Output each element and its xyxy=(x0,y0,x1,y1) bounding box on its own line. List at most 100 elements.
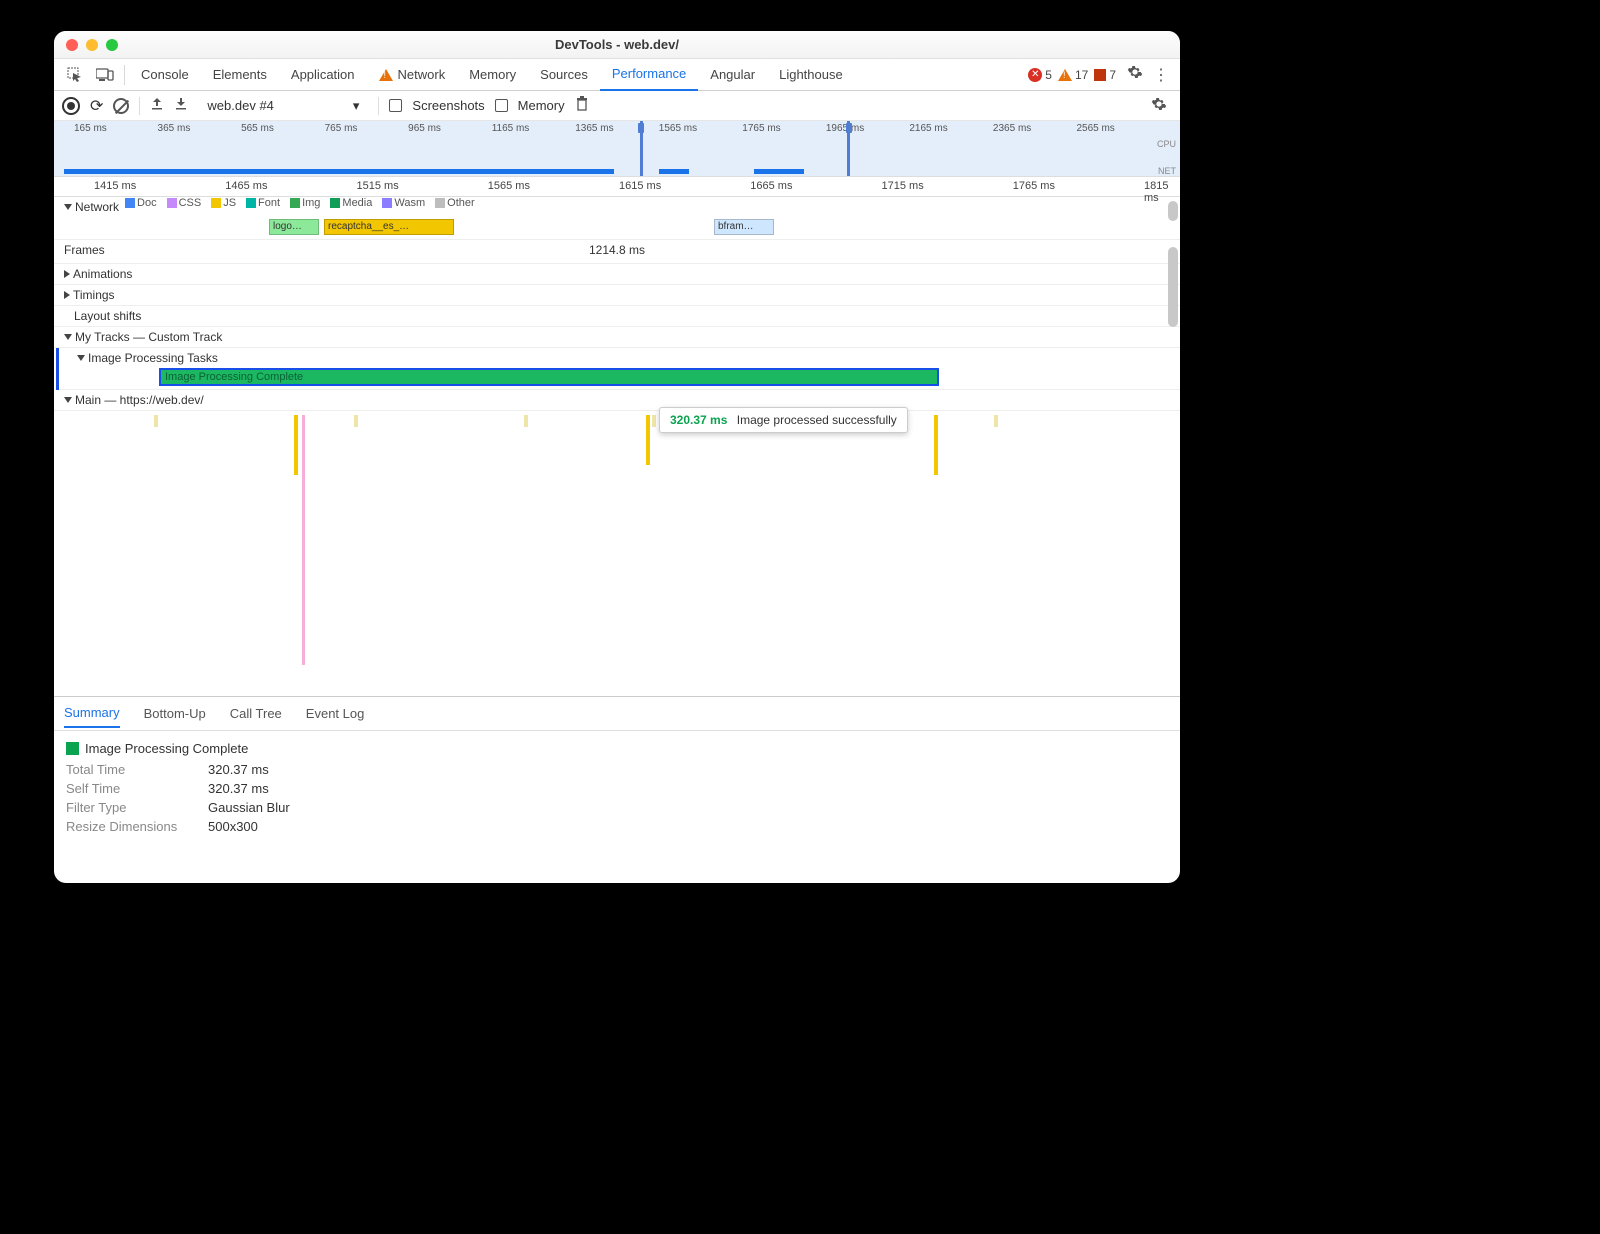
summary-value: 320.37 ms xyxy=(208,762,269,777)
details-tab-summary[interactable]: Summary xyxy=(64,699,120,728)
warning-icon[interactable] xyxy=(1058,69,1072,81)
screenshots-label: Screenshots xyxy=(412,98,484,113)
timings-label: Timings xyxy=(73,288,115,302)
recording-dropdown[interactable]: web.dev #4 ▾ xyxy=(198,94,368,118)
event-color-swatch xyxy=(66,742,79,755)
network-request[interactable]: logo… xyxy=(269,219,319,235)
details-tab-event-log[interactable]: Event Log xyxy=(306,700,365,727)
tracks-scroll-thumb-top[interactable] xyxy=(1168,201,1178,221)
tab-network[interactable]: Network xyxy=(367,59,458,91)
collapse-icon[interactable] xyxy=(64,397,72,403)
overview-tick: 2165 ms xyxy=(909,123,947,134)
overview-timeline[interactable]: 165 ms365 ms565 ms765 ms965 ms1165 ms136… xyxy=(54,121,1180,177)
summary-key: Self Time xyxy=(66,781,196,796)
inspect-icon[interactable] xyxy=(60,60,90,90)
performance-toolbar: ⟳ web.dev #4 ▾ Screenshots Memory xyxy=(54,91,1180,121)
custom-track-label: My Tracks — Custom Track xyxy=(75,330,222,344)
overview-tick: 2365 ms xyxy=(993,123,1031,134)
legend-item: Wasm xyxy=(382,197,425,209)
error-count[interactable]: 5 xyxy=(1045,68,1052,82)
tab-label: Performance xyxy=(612,66,686,81)
tab-elements[interactable]: Elements xyxy=(201,59,279,91)
close-window-button[interactable] xyxy=(66,39,78,51)
screenshots-checkbox[interactable] xyxy=(389,99,402,112)
tab-angular[interactable]: Angular xyxy=(698,59,767,91)
overview-tick: 2565 ms xyxy=(1076,123,1114,134)
animations-track[interactable]: Animations xyxy=(54,264,1180,285)
image-processing-event[interactable]: Image Processing Complete xyxy=(159,368,939,386)
network-request[interactable]: recaptcha__es_… xyxy=(324,219,454,235)
tab-sources[interactable]: Sources xyxy=(528,59,600,91)
overview-ticks: 165 ms365 ms565 ms765 ms965 ms1165 ms136… xyxy=(54,121,1180,137)
ruler-tick: 1415 ms xyxy=(94,180,136,192)
ruler-tick: 1765 ms xyxy=(1013,180,1055,192)
timings-track[interactable]: Timings xyxy=(54,285,1180,306)
main-track-header[interactable]: Main — https://web.dev/ xyxy=(54,390,1180,411)
minimize-window-button[interactable] xyxy=(86,39,98,51)
collapse-icon[interactable] xyxy=(64,334,72,340)
tab-performance[interactable]: Performance xyxy=(600,59,698,91)
warning-count[interactable]: 17 xyxy=(1075,68,1088,82)
upload-icon[interactable] xyxy=(150,97,164,114)
layout-shifts-track[interactable]: Layout shifts xyxy=(54,306,1180,327)
legend-item: JS xyxy=(211,197,236,209)
layout-shifts-label: Layout shifts xyxy=(74,309,141,323)
overview-brush[interactable] xyxy=(640,121,850,176)
issues-count[interactable]: 7 xyxy=(1109,68,1116,82)
frames-label: Frames xyxy=(64,243,105,257)
legend-item: Font xyxy=(246,197,280,209)
capture-settings-icon[interactable] xyxy=(1146,96,1172,115)
tracks-panel: Network DocCSSJSFontImgMediaWasmOther lo… xyxy=(54,197,1180,697)
event-tooltip: 320.37 ms Image processed successfully xyxy=(659,407,908,433)
window-titlebar: DevTools - web.dev/ xyxy=(54,31,1180,59)
tracks-scroll-thumb[interactable] xyxy=(1168,247,1178,327)
detail-ruler[interactable]: 1415 ms1465 ms1515 ms1565 ms1615 ms1665 … xyxy=(54,177,1180,197)
issues-icon[interactable] xyxy=(1094,69,1106,81)
zoom-window-button[interactable] xyxy=(106,39,118,51)
custom-track-group[interactable]: My Tracks — Custom Track xyxy=(54,327,1180,348)
tooltip-text: Image processed successfully xyxy=(737,413,897,427)
error-icon[interactable]: ✕ xyxy=(1028,68,1042,82)
expand-icon[interactable] xyxy=(64,270,70,278)
frames-label-cell[interactable]: Frames xyxy=(54,240,111,260)
tab-label: Console xyxy=(141,67,189,82)
download-icon[interactable] xyxy=(174,97,188,114)
memory-checkbox[interactable] xyxy=(495,99,508,112)
settings-gear-icon[interactable] xyxy=(1122,64,1148,85)
tab-label: Elements xyxy=(213,67,267,82)
expand-icon[interactable] xyxy=(64,291,70,299)
tab-label: Application xyxy=(291,67,355,82)
network-track-header[interactable]: Network xyxy=(54,197,125,217)
tooltip-duration: 320.37 ms xyxy=(670,413,727,427)
details-tab-call-tree[interactable]: Call Tree xyxy=(230,700,282,727)
device-toggle-icon[interactable] xyxy=(90,60,120,90)
image-processing-track-header[interactable]: Image Processing Tasks xyxy=(59,348,1180,368)
tab-label: Network xyxy=(398,67,446,82)
collapse-icon[interactable] xyxy=(77,355,85,361)
tab-memory[interactable]: Memory xyxy=(457,59,528,91)
clear-button[interactable] xyxy=(113,98,129,114)
reload-record-button[interactable]: ⟳ xyxy=(90,96,103,116)
network-legend: DocCSSJSFontImgMediaWasmOther xyxy=(125,197,475,209)
tab-lighthouse[interactable]: Lighthouse xyxy=(767,59,855,91)
overview-tick: 1365 ms xyxy=(575,123,613,134)
tab-application[interactable]: Application xyxy=(279,59,367,91)
collapse-icon[interactable] xyxy=(64,204,72,210)
ruler-tick: 1665 ms xyxy=(750,180,792,192)
record-button[interactable] xyxy=(62,97,80,115)
gc-icon[interactable] xyxy=(575,96,589,115)
more-menu-icon[interactable]: ⋮ xyxy=(1148,65,1174,85)
summary-key: Resize Dimensions xyxy=(66,819,196,834)
event-bar-label: Image Processing Complete xyxy=(165,371,303,383)
brush-handle-right[interactable] xyxy=(846,123,852,133)
devtools-window: DevTools - web.dev/ Console Elements Appli… xyxy=(54,31,1180,883)
brush-handle-left[interactable] xyxy=(638,123,644,133)
image-tasks-label: Image Processing Tasks xyxy=(88,351,218,365)
legend-swatch xyxy=(125,198,135,208)
tab-console[interactable]: Console xyxy=(129,59,201,91)
ruler-tick: 1515 ms xyxy=(357,180,399,192)
details-tab-bottom-up[interactable]: Bottom-Up xyxy=(144,700,206,727)
network-request[interactable]: bfram… xyxy=(714,219,774,235)
summary-value: Gaussian Blur xyxy=(208,800,290,815)
main-flame-chart[interactable] xyxy=(54,411,1180,681)
